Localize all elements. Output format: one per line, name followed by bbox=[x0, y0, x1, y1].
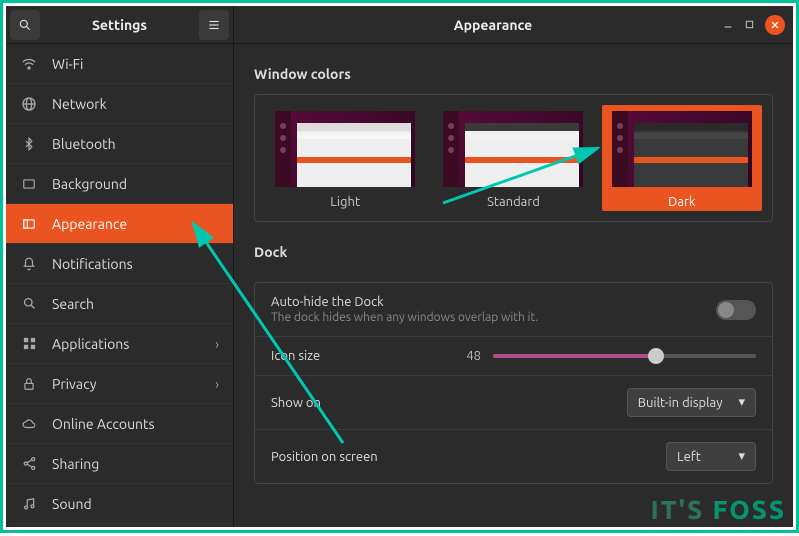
wifi-icon bbox=[20, 55, 38, 73]
dock-panel: Auto-hide the Dock The dock hides when a… bbox=[254, 282, 773, 484]
theme-thumbnail-standard bbox=[443, 111, 583, 187]
search-icon bbox=[20, 295, 38, 313]
network-icon bbox=[20, 95, 38, 113]
sidebar-item-label: Sharing bbox=[52, 456, 99, 472]
sidebar-item-label: Appearance bbox=[52, 216, 127, 232]
theme-label: Light bbox=[330, 195, 360, 209]
sidebar-item-applications[interactable]: Applications › bbox=[6, 324, 233, 364]
theme-label: Standard bbox=[487, 195, 540, 209]
theme-label: Dark bbox=[668, 195, 695, 209]
appearance-icon bbox=[20, 215, 38, 233]
bluetooth-icon bbox=[20, 135, 38, 153]
search-button[interactable] bbox=[10, 10, 40, 40]
sidebar-item-bluetooth[interactable]: Bluetooth bbox=[6, 124, 233, 164]
theme-option-standard[interactable]: Standard bbox=[433, 105, 593, 211]
sidebar-item-network[interactable]: Network bbox=[6, 84, 233, 124]
background-icon bbox=[20, 175, 38, 193]
settings-title: Settings bbox=[44, 17, 195, 33]
music-icon bbox=[20, 495, 38, 513]
chevron-right-icon: › bbox=[215, 376, 219, 392]
theme-chooser: Light Standard Dark bbox=[254, 94, 773, 222]
icon-size-label: Icon size bbox=[271, 349, 431, 363]
chevron-right-icon: › bbox=[215, 336, 219, 352]
sidebar-item-label: Sound bbox=[52, 496, 92, 512]
icon-size-value: 48 bbox=[451, 349, 481, 363]
theme-option-light[interactable]: Light bbox=[265, 105, 425, 211]
sidebar-item-label: Search bbox=[52, 296, 94, 312]
share-icon bbox=[20, 455, 38, 473]
sidebar-item-label: Bluetooth bbox=[52, 136, 116, 152]
cloud-icon bbox=[20, 415, 38, 433]
theme-option-dark[interactable]: Dark bbox=[602, 105, 762, 211]
window-colors-heading: Window colors bbox=[254, 66, 773, 82]
sidebar-item-sharing[interactable]: Sharing bbox=[6, 444, 233, 484]
autohide-subtitle: The dock hides when any windows overlap … bbox=[271, 311, 538, 324]
chevron-down-icon: ▾ bbox=[738, 449, 745, 464]
dock-heading: Dock bbox=[254, 244, 773, 260]
position-value: Left bbox=[677, 450, 701, 464]
show-on-label: Show on bbox=[271, 396, 431, 410]
bell-icon bbox=[20, 255, 38, 273]
theme-thumbnail-light bbox=[275, 111, 415, 187]
show-on-row: Show on Built-in display ▾ bbox=[255, 376, 772, 430]
sidebar-item-online-accounts[interactable]: Online Accounts bbox=[6, 404, 233, 444]
window-minimize-button[interactable] bbox=[722, 16, 734, 34]
sidebar-item-label: Notifications bbox=[52, 256, 133, 272]
header-left: Settings bbox=[6, 6, 234, 44]
sidebar-item-privacy[interactable]: Privacy › bbox=[6, 364, 233, 404]
sidebar-item-label: Wi-Fi bbox=[52, 56, 83, 72]
sidebar-item-wifi[interactable]: Wi-Fi bbox=[6, 44, 233, 84]
position-label: Position on screen bbox=[271, 450, 431, 464]
header-right: Appearance bbox=[234, 6, 793, 44]
sidebar-item-search[interactable]: Search bbox=[6, 284, 233, 324]
icon-size-row: Icon size 48 bbox=[255, 337, 772, 376]
autohide-row: Auto-hide the Dock The dock hides when a… bbox=[255, 283, 772, 337]
hamburger-menu-button[interactable] bbox=[199, 10, 229, 40]
sidebar-item-notifications[interactable]: Notifications bbox=[6, 244, 233, 284]
show-on-value: Built-in display bbox=[638, 396, 723, 410]
sidebar-item-label: Background bbox=[52, 176, 127, 192]
autohide-label: Auto-hide the Dock bbox=[271, 295, 538, 309]
chevron-down-icon: ▾ bbox=[738, 395, 745, 410]
autohide-toggle[interactable] bbox=[716, 300, 756, 320]
position-select[interactable]: Left ▾ bbox=[666, 442, 756, 471]
sidebar-item-label: Network bbox=[52, 96, 107, 112]
sidebar-item-appearance[interactable]: Appearance bbox=[6, 204, 233, 244]
theme-thumbnail-dark bbox=[612, 111, 752, 187]
icon-size-slider[interactable] bbox=[493, 354, 756, 358]
position-row: Position on screen Left ▾ bbox=[255, 430, 772, 483]
content-area: Window colors Light Standard bbox=[234, 44, 793, 527]
applications-icon bbox=[20, 335, 38, 353]
lock-icon bbox=[20, 375, 38, 393]
sidebar-item-background[interactable]: Background bbox=[6, 164, 233, 204]
show-on-select[interactable]: Built-in display ▾ bbox=[627, 388, 756, 417]
sidebar-item-label: Online Accounts bbox=[52, 416, 155, 432]
sidebar-item-label: Privacy bbox=[52, 376, 96, 392]
sidebar-item-sound[interactable]: Sound bbox=[6, 484, 233, 524]
window-maximize-button[interactable] bbox=[744, 16, 755, 34]
sidebar: Wi-Fi Network Bluetooth Background Appea… bbox=[6, 44, 234, 527]
window-close-button[interactable] bbox=[765, 15, 785, 35]
page-title: Appearance bbox=[264, 17, 722, 33]
sidebar-item-label: Applications bbox=[52, 336, 129, 352]
